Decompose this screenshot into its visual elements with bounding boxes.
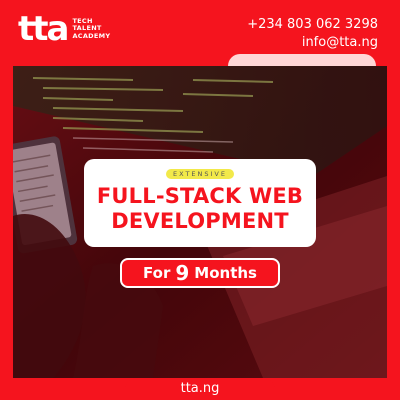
logo-line-academy: ACADEMY [72,31,111,40]
course-card: EXTENSIVE FULL-STACK WEB DEVELOPMENT [84,159,316,247]
duration-badge: For 9 Months [120,258,280,288]
ad-banner: tta TECH TALENT ACADEMY +234 803 062 329… [0,0,400,400]
logo-mark: tta [18,9,69,49]
logo-wordmark: TECH TALENT ACADEMY [72,17,111,41]
website-tab[interactable]: tta.ng [125,378,275,400]
course-title-line1: FULL-STACK WEB [96,184,304,208]
course-title: FULL-STACK WEB DEVELOPMENT [84,184,316,234]
contact-info: +234 803 062 3298 info@tta.ng [247,16,378,52]
duration-unit: Months [194,264,257,282]
email-address: info@tta.ng [301,35,378,50]
phone-number: +234 803 062 3298 [247,17,378,32]
tta-logo: tta TECH TALENT ACADEMY [18,12,110,46]
extensive-tag: EXTENSIVE [166,169,234,179]
website-link[interactable]: tta.ng [181,381,220,396]
course-title-line2: DEVELOPMENT [111,209,289,233]
duration-number: 9 [175,261,190,285]
duration-prefix: For [143,264,171,282]
